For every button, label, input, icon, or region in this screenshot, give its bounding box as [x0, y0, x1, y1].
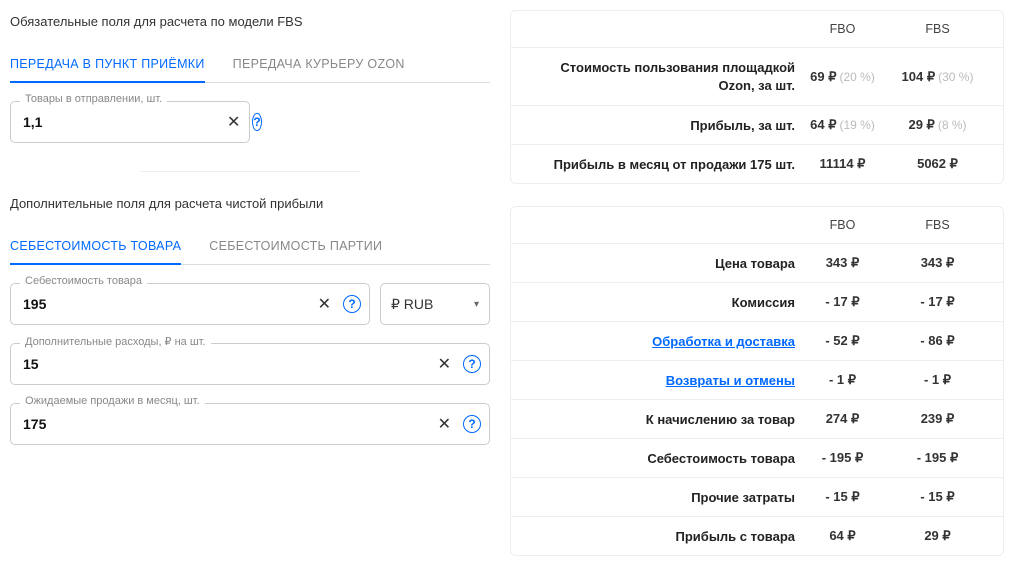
cell-value: - 17 ₽ — [795, 294, 890, 310]
cell-value: - 1 ₽ — [890, 372, 985, 388]
returns-link[interactable]: Возвраты и отмены — [666, 373, 795, 388]
row-label: Стоимость пользования площадкой Ozon, за… — [529, 59, 795, 94]
table-header: FBO FBS — [511, 11, 1003, 48]
close-icon[interactable]: ✕ — [219, 112, 248, 132]
cell-value: 29 ₽ — [908, 117, 934, 132]
cell-value: 69 ₽ — [810, 69, 836, 84]
delivery-tabs: ПЕРЕДАЧА В ПУНКТ ПРИЁМКИ ПЕРЕДАЧА КУРЬЕР… — [10, 47, 490, 83]
col-fbo: FBO — [795, 218, 890, 232]
table-row: Прибыль с товара 64 ₽ 29 ₽ — [511, 517, 1003, 555]
cell-pct: (20 %) — [840, 70, 875, 84]
cell-value: 29 ₽ — [890, 528, 985, 544]
help-icon[interactable]: ? — [343, 295, 361, 313]
cell-value: 11114 ₽ — [795, 156, 890, 172]
row-label: К начислению за товар — [529, 412, 795, 427]
cell-value: 64 ₽ — [810, 117, 836, 132]
table-row: Прибыль, за шт. 64 ₽ (19 %) 29 ₽ (8 %) — [511, 106, 1003, 145]
tab-pickup-point[interactable]: ПЕРЕДАЧА В ПУНКТ ПРИЁМКИ — [10, 47, 205, 83]
cell-value: - 86 ₽ — [890, 333, 985, 349]
cell-pct: (30 %) — [938, 70, 973, 84]
row-label: Комиссия — [529, 295, 795, 310]
expected-sales-input[interactable] — [23, 416, 430, 432]
row-label: Прибыль в месяц от продажи 175 шт. — [529, 157, 795, 172]
row-label: Прочие затраты — [529, 490, 795, 505]
section-divider — [140, 171, 360, 172]
processing-delivery-link[interactable]: Обработка и доставка — [652, 334, 795, 349]
col-fbs: FBS — [890, 22, 985, 36]
tab-cost-item[interactable]: СЕБЕСТОИМОСТЬ ТОВАРА — [10, 229, 181, 265]
table-row: Себестоимость товара - 195 ₽ - 195 ₽ — [511, 439, 1003, 478]
cell-value: 104 ₽ — [902, 69, 936, 84]
close-icon[interactable]: ✕ — [430, 414, 459, 434]
expected-sales-label: Ожидаемые продажи в месяц, шт. — [20, 395, 205, 407]
cell-value: - 195 ₽ — [795, 450, 890, 466]
cell-value: 343 ₽ — [795, 255, 890, 271]
tab-courier[interactable]: ПЕРЕДАЧА КУРЬЕРУ OZON — [233, 47, 405, 82]
summary-table: FBO FBS Стоимость пользования площадкой … — [510, 10, 1004, 184]
cell-value: - 195 ₽ — [890, 450, 985, 466]
items-per-shipment-input[interactable] — [23, 114, 219, 130]
cell-pct: (8 %) — [938, 118, 967, 132]
row-label: Себестоимость товара — [529, 451, 795, 466]
table-row: Прочие затраты - 15 ₽ - 15 ₽ — [511, 478, 1003, 517]
cell-value: - 17 ₽ — [890, 294, 985, 310]
col-fbs: FBS — [890, 218, 985, 232]
table-row: Стоимость пользования площадкой Ozon, за… — [511, 48, 1003, 106]
cell-value: 64 ₽ — [795, 528, 890, 544]
cell-value: 239 ₽ — [890, 411, 985, 427]
cell-value: - 52 ₽ — [795, 333, 890, 349]
cell-value: 343 ₽ — [890, 255, 985, 271]
additional-cost-input[interactable] — [23, 356, 430, 372]
cell-value: 274 ₽ — [795, 411, 890, 427]
cell-value: - 15 ₽ — [795, 489, 890, 505]
additional-fields-heading: Дополнительные поля для расчета чистой п… — [10, 196, 490, 211]
currency-value: ₽ RUB — [391, 296, 433, 313]
cell-value: - 15 ₽ — [890, 489, 985, 505]
col-fbo: FBO — [795, 22, 890, 36]
items-per-shipment-label: Товары в отправлении, шт. — [20, 93, 167, 105]
row-label: Прибыль с товара — [529, 529, 795, 544]
row-label: Цена товара — [529, 256, 795, 271]
close-icon[interactable]: ✕ — [310, 294, 339, 314]
detail-table: FBO FBS Цена товара 343 ₽ 343 ₽ Комиссия… — [510, 206, 1004, 556]
cell-pct: (19 %) — [840, 118, 875, 132]
table-row: К начислению за товар 274 ₽ 239 ₽ — [511, 400, 1003, 439]
table-row: Возвраты и отмены - 1 ₽ - 1 ₽ — [511, 361, 1003, 400]
help-icon[interactable]: ? — [252, 113, 261, 131]
help-icon[interactable]: ? — [463, 415, 481, 433]
cost-input[interactable] — [23, 296, 310, 312]
row-label: Прибыль, за шт. — [529, 118, 795, 133]
cell-value: - 1 ₽ — [795, 372, 890, 388]
cost-label: Себестоимость товара — [20, 275, 147, 287]
chevron-down-icon: ▾ — [474, 299, 479, 310]
tab-cost-batch[interactable]: СЕБЕСТОИМОСТЬ ПАРТИИ — [209, 229, 382, 264]
table-row: Обработка и доставка - 52 ₽ - 86 ₽ — [511, 322, 1003, 361]
table-row: Цена товара 343 ₽ 343 ₽ — [511, 244, 1003, 283]
cell-value: 5062 ₽ — [890, 156, 985, 172]
table-header: FBO FBS — [511, 207, 1003, 244]
additional-cost-label: Дополнительные расходы, ₽ на шт. — [20, 335, 211, 348]
currency-select[interactable]: ₽ RUB ▾ — [380, 283, 490, 325]
close-icon[interactable]: ✕ — [430, 354, 459, 374]
cost-tabs: СЕБЕСТОИМОСТЬ ТОВАРА СЕБЕСТОИМОСТЬ ПАРТИ… — [10, 229, 490, 265]
table-row: Прибыль в месяц от продажи 175 шт. 11114… — [511, 145, 1003, 183]
table-row: Комиссия - 17 ₽ - 17 ₽ — [511, 283, 1003, 322]
help-icon[interactable]: ? — [463, 355, 481, 373]
required-fields-heading: Обязательные поля для расчета по модели … — [10, 14, 490, 29]
